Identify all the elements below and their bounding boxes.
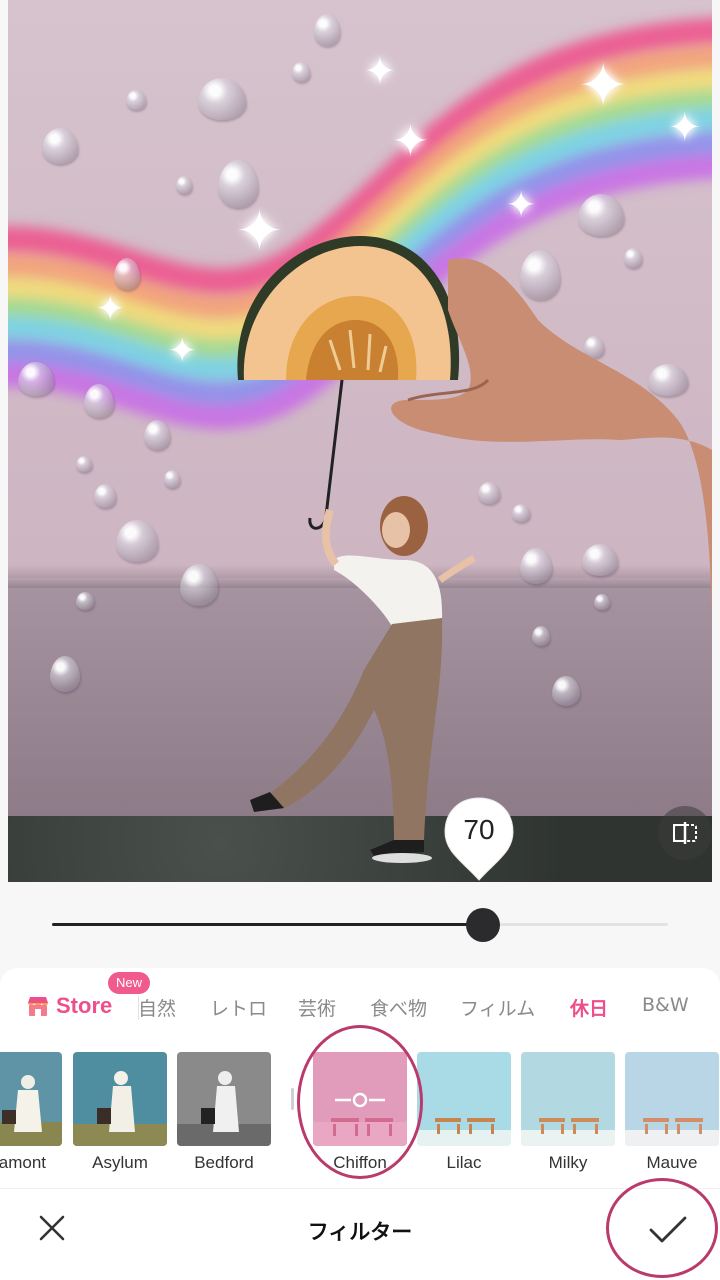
- thumb-image: [0, 1052, 62, 1146]
- water-drop: [42, 128, 78, 164]
- water-drop: [176, 176, 192, 194]
- tab-food[interactable]: 食べ物: [370, 994, 427, 1021]
- new-badge: New: [108, 972, 151, 994]
- thumb-image: [73, 1052, 167, 1146]
- thumb-image: [521, 1052, 615, 1146]
- filter-thumb-mauve[interactable]: [625, 1052, 719, 1146]
- filter-label-asylum: Asylum: [92, 1153, 148, 1172]
- close-icon: [39, 1215, 65, 1241]
- filter-thumb-milky[interactable]: [521, 1052, 615, 1146]
- store-tab[interactable]: Store: [26, 993, 112, 1019]
- water-drop: [198, 78, 246, 120]
- checkmark-icon: [649, 1216, 687, 1243]
- filter-label-bedford: Bedford: [194, 1153, 254, 1172]
- water-drop: [76, 592, 94, 610]
- confirm-button[interactable]: [640, 1202, 696, 1258]
- filter-thumb-lilac[interactable]: [417, 1052, 511, 1146]
- sparkle: ✦: [364, 49, 396, 93]
- water-drop: [292, 62, 310, 82]
- tab-film[interactable]: フィルム: [460, 994, 535, 1021]
- tab-art[interactable]: 芸術: [298, 994, 336, 1021]
- sparkle: ✦: [392, 116, 429, 167]
- water-drop: [164, 470, 180, 488]
- tab-holiday[interactable]: 休日: [570, 994, 608, 1021]
- filter-label-amont: amont: [0, 1153, 46, 1172]
- store-icon: [28, 997, 48, 1016]
- store-label: Store: [56, 993, 113, 1018]
- water-drop: [144, 420, 170, 450]
- water-drop: [578, 194, 624, 236]
- filter-label-lilac: Lilac: [446, 1153, 482, 1172]
- filter-thumbnail-strip: amont Asylum Bedford Chiffon Lilac Milky…: [0, 1052, 720, 1182]
- filter-label-milky: Milky: [548, 1153, 588, 1172]
- water-drop: [114, 258, 140, 290]
- water-drop: [126, 90, 146, 110]
- sparkle: ✦: [668, 105, 702, 151]
- filter-label-chiffon: Chiffon: [333, 1153, 387, 1172]
- intensity-slider-thumb[interactable]: [466, 908, 501, 942]
- filter-thumb-bedford[interactable]: [177, 1052, 271, 1146]
- sparkle: ✦: [96, 289, 125, 329]
- filter-editor-screen: ✦ ✦ ✦ ✦ ✦ ✦ ✦ ✦ 70 Store New 自然 レトロ 芸術 食…: [0, 0, 720, 1280]
- water-drop: [18, 362, 54, 396]
- tab-bw[interactable]: B&W: [642, 994, 689, 1016]
- filter-thumb-chiffon[interactable]: [313, 1052, 407, 1146]
- slider-value: 70: [463, 814, 495, 845]
- water-drop: [94, 484, 116, 508]
- photo-canvas[interactable]: ✦ ✦ ✦ ✦ ✦ ✦ ✦ ✦: [8, 0, 712, 882]
- thumb-image: [177, 1052, 271, 1146]
- sparkle: ✦: [506, 185, 537, 226]
- thumb-image: [417, 1052, 511, 1146]
- filter-thumb-asylum[interactable]: [73, 1052, 167, 1146]
- water-drop: [50, 656, 80, 692]
- water-drop: [84, 384, 114, 418]
- compare-icon: [673, 822, 697, 844]
- tab-nature[interactable]: 自然: [138, 994, 176, 1021]
- thumb-group-divider: [291, 1088, 294, 1110]
- water-drop: [314, 14, 340, 46]
- water-drop: [76, 456, 92, 472]
- sparkle: ✦: [168, 331, 197, 371]
- intensity-slider-fill: [52, 923, 484, 926]
- close-button[interactable]: [30, 1206, 74, 1250]
- thumb-image: [625, 1052, 719, 1146]
- filter-label-mauve: Mauve: [646, 1153, 698, 1172]
- filter-thumb-amont[interactable]: [0, 1052, 62, 1146]
- sparkle: ✦: [578, 51, 629, 121]
- tab-retro[interactable]: レトロ: [210, 994, 267, 1021]
- water-drop: [180, 564, 218, 606]
- thumb-image: [313, 1052, 407, 1146]
- screen-title: フィルター: [307, 1220, 413, 1244]
- compare-button[interactable]: [658, 806, 712, 860]
- water-drop: [552, 676, 580, 706]
- water-drop: [116, 520, 158, 562]
